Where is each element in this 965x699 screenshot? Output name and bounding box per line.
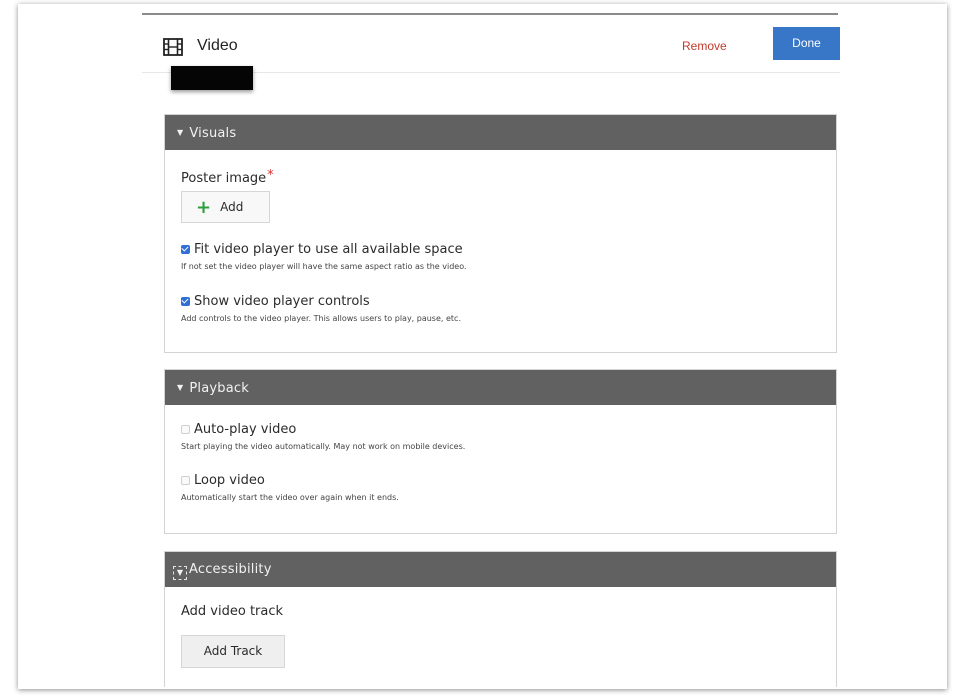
video-preview-thumbnail [171, 66, 253, 90]
playback-panel-header[interactable]: ▼ Playback [165, 370, 836, 405]
show-controls-help: Add controls to the video player. This a… [181, 314, 461, 323]
fit-player-help: If not set the video player will have th… [181, 262, 467, 271]
add-track-button[interactable]: Add Track [181, 635, 285, 668]
playback-panel: ▼ Playback Auto-play video Start playing … [164, 369, 837, 534]
accessibility-panel-header[interactable]: ▼ Accessibility [165, 552, 836, 587]
visuals-panel-header[interactable]: ▼ Visuals [165, 115, 836, 150]
screenshot-frame: Video Remove Done ▼ Visuals Poster image*… [18, 4, 947, 689]
autoplay-option: Auto-play video Start playing the video … [181, 422, 465, 451]
caret-down-icon[interactable]: ▼ [173, 566, 187, 580]
poster-image-label: Poster image [181, 171, 267, 186]
visuals-panel-title: Visuals [189, 126, 237, 141]
plus-icon: + [196, 197, 212, 218]
autoplay-help: Start playing the video automatically. M… [181, 442, 466, 451]
autoplay-label: Auto-play video [194, 422, 297, 437]
add-poster-label: Add [220, 200, 244, 214]
fit-player-option: Fit video player to use all available sp… [181, 242, 467, 271]
add-poster-button[interactable]: + Add [181, 191, 270, 223]
caret-down-icon: ▼ [177, 383, 184, 392]
show-controls-checkbox[interactable] [181, 297, 190, 306]
required-mark: * [267, 168, 274, 183]
loop-checkbox[interactable] [181, 476, 190, 485]
fit-player-checkbox[interactable] [181, 245, 190, 254]
accessibility-panel-title: Accessibility [189, 562, 272, 577]
done-button[interactable]: Done [773, 27, 840, 60]
autoplay-checkbox[interactable] [181, 425, 190, 434]
caret-down-icon: ▼ [177, 128, 184, 137]
top-divider [142, 13, 838, 15]
video-track-label: Add video track [181, 604, 284, 619]
loop-help: Automatically start the video over again… [181, 493, 399, 502]
film-icon [163, 38, 183, 56]
show-controls-label: Show video player controls [194, 294, 370, 309]
show-controls-option: Show video player controls Add controls … [181, 294, 461, 323]
remove-button[interactable]: Remove [682, 39, 727, 53]
loop-option: Loop video Automatically start the video… [181, 473, 399, 502]
poster-image-field: Poster image* [181, 167, 274, 186]
editor-title: Video [197, 37, 238, 54]
visuals-panel: ▼ Visuals Poster image* + Add Fit video pl… [164, 114, 837, 353]
accessibility-panel: ▼ Accessibility Add video track Add Track [164, 551, 837, 687]
fit-player-label: Fit video player to use all available sp… [194, 242, 463, 257]
loop-label: Loop video [194, 473, 265, 488]
playback-panel-title: Playback [189, 381, 249, 396]
